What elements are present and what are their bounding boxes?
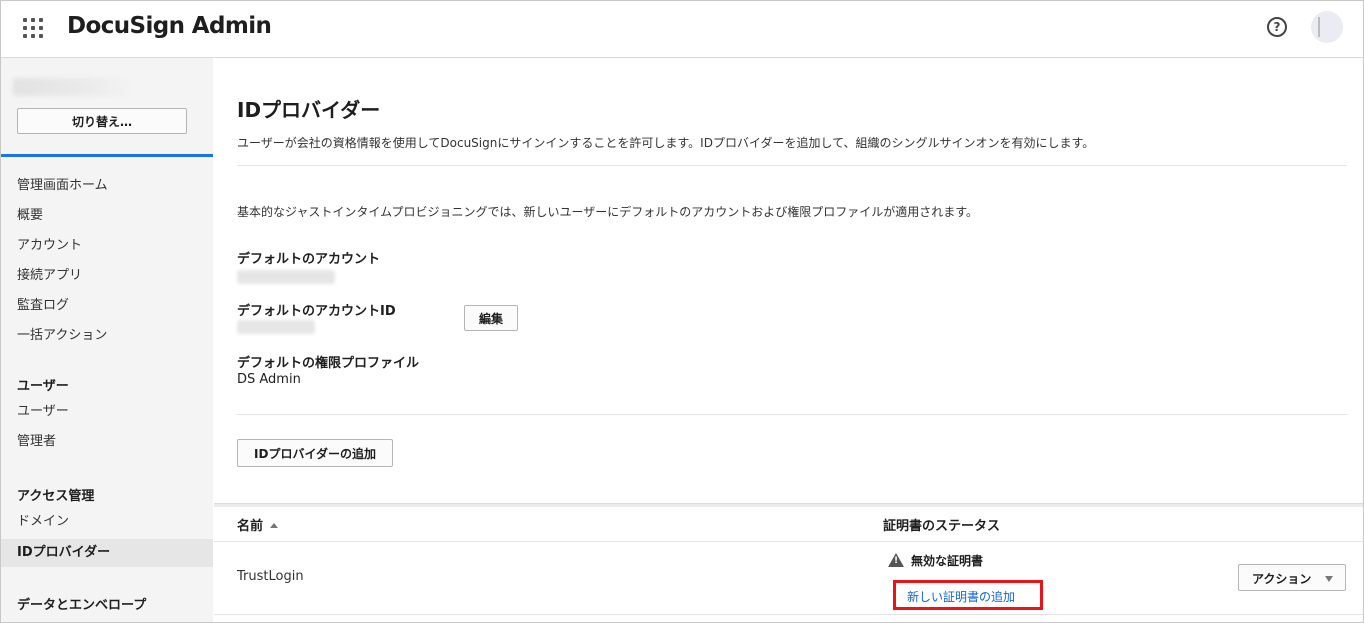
sidebar-heading-data-envelopes: データとエンベロープ <box>17 598 147 613</box>
sidebar-item-users[interactable]: ユーザー <box>1 399 213 425</box>
sidebar-item-domains[interactable]: ドメイン <box>1 509 213 535</box>
sidebar-item-audit-log[interactable]: 監査ログ <box>1 293 213 319</box>
default-profile-value: DS Admin <box>237 372 301 387</box>
actions-dropdown-label: アクション <box>1252 572 1312 586</box>
column-header-cert-status: 証明書のステータス <box>883 519 1001 534</box>
sidebar-item-bulk-actions[interactable]: 一括アクション <box>1 323 213 349</box>
warning-icon <box>888 553 904 567</box>
switch-account-button[interactable]: 切り替え… <box>17 108 187 134</box>
default-account-value-redacted <box>237 270 335 284</box>
grid-icon[interactable] <box>23 18 43 38</box>
sidebar-item-admin-home[interactable]: 管理画面ホーム <box>1 173 213 199</box>
sidebar-item-identity-providers[interactable]: IDプロバイダー <box>1 539 213 567</box>
top-bar: DocuSign Admin ? <box>1 1 1363 58</box>
sidebar-heading-access-management: アクセス管理 <box>17 489 95 504</box>
app-frame: DocuSign Admin ? 切り替え… 管理画面ホーム 概要 アカウント … <box>0 0 1364 623</box>
sidebar-item-accounts[interactable]: アカウント <box>1 233 213 259</box>
header-divider <box>214 541 1363 542</box>
brand-logo: DocuSign Admin <box>67 13 272 39</box>
question-circle-icon[interactable]: ? <box>1267 17 1287 37</box>
actions-dropdown-button[interactable]: アクション <box>1238 564 1346 591</box>
sidebar-item-administrators[interactable]: 管理者 <box>1 429 213 455</box>
divider <box>237 165 1347 166</box>
account-name-redacted <box>13 78 131 96</box>
add-identity-provider-button[interactable]: IDプロバイダーの追加 <box>237 439 393 467</box>
column-header-name-label: 名前 <box>237 519 264 534</box>
avatar[interactable] <box>1311 11 1343 43</box>
default-account-id-label: デフォルトのアカウントID <box>237 304 396 319</box>
sidebar-heading-users: ユーザー <box>17 379 69 394</box>
add-new-certificate-link[interactable]: 新しい証明書の追加 <box>907 588 1015 605</box>
page-title: IDプロバイダー <box>237 98 381 122</box>
column-header-name[interactable]: 名前 <box>237 515 279 534</box>
jit-description: 基本的なジャストインタイムプロビジョニングでは、新しいユーザーにデフォルトのアカ… <box>237 205 979 219</box>
table-top-border <box>214 503 1363 507</box>
idp-name-cell: TrustLogin <box>237 569 304 584</box>
chevron-down-icon <box>1325 576 1333 582</box>
default-profile-label: デフォルトの権限プロファイル <box>237 356 420 371</box>
page-description: ユーザーが会社の資格情報を使用してDocuSignにサインインすることを許可しま… <box>237 136 1095 150</box>
sidebar: 切り替え… 管理画面ホーム 概要 アカウント 接続アプリ 監査ログ 一括アクショ… <box>1 58 213 622</box>
sort-ascending-icon[interactable] <box>270 523 279 528</box>
sidebar-item-overview[interactable]: 概要 <box>1 203 213 229</box>
divider <box>237 414 1347 415</box>
main-content: IDプロバイダー ユーザーが会社の資格情報を使用してDocuSignにサインイン… <box>214 58 1363 622</box>
cert-status-text: 無効な証明書 <box>911 554 984 568</box>
sidebar-divider <box>1 154 213 157</box>
default-account-label: デフォルトのアカウント <box>237 252 381 267</box>
default-account-id-value-redacted <box>237 320 315 334</box>
edit-button[interactable]: 編集 <box>464 305 518 331</box>
sidebar-item-connected-apps[interactable]: 接続アプリ <box>1 263 213 289</box>
row-divider <box>214 614 1363 615</box>
